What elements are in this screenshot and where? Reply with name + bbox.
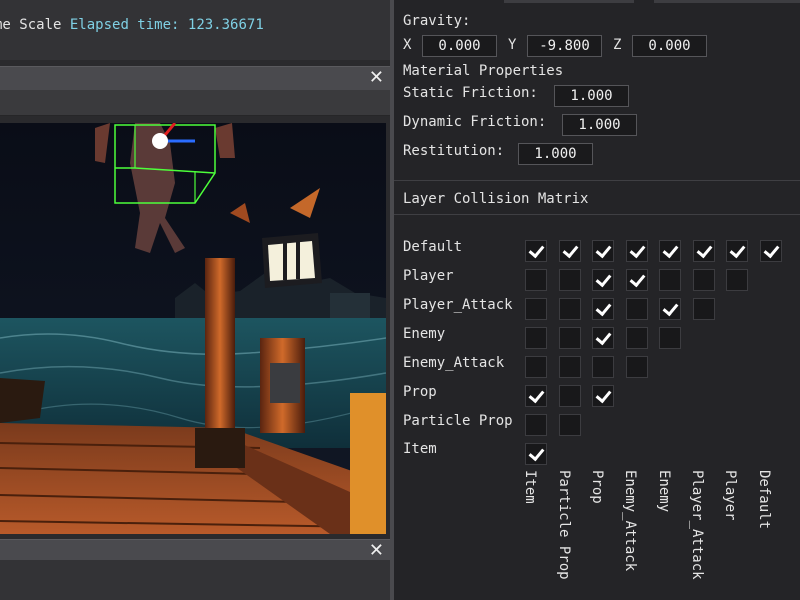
collision-checkbox[interactable] bbox=[525, 327, 547, 349]
dynamic-friction-label: Dynamic Friction: bbox=[403, 114, 547, 130]
time-scale-label: me Scale bbox=[0, 17, 62, 33]
physics-settings-panel: Gravity: X 0.000 Y -9.800 Z 0.000 Materi… bbox=[394, 0, 800, 600]
restitution-label: Restitution: bbox=[403, 143, 505, 159]
section-divider bbox=[394, 214, 800, 215]
matrix-row-label: Player bbox=[403, 268, 454, 284]
collision-checkbox[interactable] bbox=[559, 240, 581, 262]
tab-strip bbox=[654, 0, 800, 3]
collision-checkbox[interactable] bbox=[525, 356, 547, 378]
collision-checkbox[interactable] bbox=[525, 298, 547, 320]
collision-checkbox[interactable] bbox=[659, 327, 681, 349]
gravity-y-label: Y bbox=[508, 37, 517, 53]
matrix-row-label: Enemy_Attack bbox=[403, 355, 505, 371]
matrix-row-label: Player_Attack bbox=[403, 297, 513, 313]
collision-checkbox[interactable] bbox=[525, 240, 547, 262]
collision-checkbox[interactable] bbox=[559, 327, 581, 349]
matrix-row-label: Particle Prop bbox=[403, 413, 513, 429]
matrix-column-label: Item bbox=[522, 470, 544, 600]
gravity-label: Gravity: bbox=[403, 13, 471, 29]
collision-checkbox[interactable] bbox=[760, 240, 782, 262]
collision-checkbox[interactable] bbox=[525, 269, 547, 291]
scene-panel-header[interactable]: ✕ bbox=[0, 66, 390, 90]
collision-checkbox[interactable] bbox=[592, 327, 614, 349]
stats-bar: me Scale Elapsed time: 123.36671 bbox=[0, 0, 390, 60]
collision-checkbox[interactable] bbox=[592, 356, 614, 378]
matrix-column-label-text: Particle Prop bbox=[556, 470, 572, 580]
matrix-column-label: Default bbox=[756, 470, 778, 600]
scene-render bbox=[0, 123, 386, 534]
layer-collision-matrix-title: Layer Collision Matrix bbox=[403, 191, 589, 207]
collision-checkbox[interactable] bbox=[559, 298, 581, 320]
scene-panel-toolbar bbox=[0, 90, 390, 116]
matrix-column-label-text: Default bbox=[756, 470, 772, 530]
collision-checkbox[interactable] bbox=[559, 356, 581, 378]
tab-strip bbox=[504, 0, 634, 3]
left-area: me Scale Elapsed time: 123.36671 ✕ ✕ bbox=[0, 0, 390, 600]
collision-checkbox[interactable] bbox=[525, 385, 547, 407]
collision-checkbox[interactable] bbox=[592, 240, 614, 262]
static-friction-label: Static Friction: bbox=[403, 85, 538, 101]
dynamic-friction-field[interactable]: 1.000 bbox=[562, 114, 637, 136]
collision-checkbox[interactable] bbox=[525, 414, 547, 436]
gravity-x-label: X bbox=[403, 37, 412, 53]
collision-checkbox[interactable] bbox=[626, 240, 648, 262]
static-friction-field[interactable]: 1.000 bbox=[554, 85, 629, 107]
elapsed-time-label: Elapsed time: bbox=[69, 17, 180, 33]
collision-checkbox[interactable] bbox=[592, 298, 614, 320]
matrix-column-label: Enemy bbox=[656, 470, 678, 600]
bottom-panel-body bbox=[0, 560, 390, 600]
section-divider bbox=[394, 180, 800, 181]
collision-checkbox[interactable] bbox=[726, 240, 748, 262]
gravity-z-field[interactable]: 0.000 bbox=[632, 35, 707, 57]
matrix-column-label-text: Player bbox=[722, 470, 738, 521]
matrix-column-label: Player_Attack bbox=[689, 470, 711, 600]
collision-checkbox[interactable] bbox=[659, 269, 681, 291]
collision-checkbox[interactable] bbox=[559, 269, 581, 291]
gravity-y-field[interactable]: -9.800 bbox=[527, 35, 602, 57]
matrix-column-label: Player bbox=[722, 470, 744, 600]
matrix-row-label: Default bbox=[403, 239, 463, 255]
restitution-field[interactable]: 1.000 bbox=[518, 143, 593, 165]
collision-checkbox[interactable] bbox=[626, 356, 648, 378]
gravity-z-label: Z bbox=[613, 37, 622, 53]
matrix-column-label-text: Enemy bbox=[656, 470, 672, 513]
matrix-column-label: Enemy_Attack bbox=[622, 470, 644, 600]
collision-checkbox[interactable] bbox=[626, 298, 648, 320]
collision-checkbox[interactable] bbox=[693, 240, 715, 262]
collision-checkbox[interactable] bbox=[559, 385, 581, 407]
matrix-column-label-text: Enemy_Attack bbox=[622, 470, 638, 572]
collision-checkbox[interactable] bbox=[659, 298, 681, 320]
close-icon[interactable]: ✕ bbox=[369, 68, 384, 88]
collision-checkbox[interactable] bbox=[592, 269, 614, 291]
collision-checkbox[interactable] bbox=[626, 269, 648, 291]
scene-viewport[interactable] bbox=[0, 123, 386, 534]
collision-checkbox[interactable] bbox=[659, 240, 681, 262]
close-icon[interactable]: ✕ bbox=[369, 541, 384, 561]
matrix-column-label-text: Item bbox=[522, 470, 538, 504]
collision-checkbox[interactable] bbox=[525, 443, 547, 465]
matrix-column-label-text: Prop bbox=[589, 470, 605, 504]
matrix-row-label: Item bbox=[403, 441, 437, 457]
matrix-column-label: Prop bbox=[589, 470, 611, 600]
matrix-row-label: Enemy bbox=[403, 326, 446, 342]
collision-checkbox[interactable] bbox=[693, 298, 715, 320]
collision-checkbox[interactable] bbox=[626, 327, 648, 349]
matrix-row-label: Prop bbox=[403, 384, 437, 400]
material-properties-label: Material Properties bbox=[403, 63, 564, 79]
collision-checkbox[interactable] bbox=[693, 269, 715, 291]
collision-checkbox[interactable] bbox=[559, 414, 581, 436]
elapsed-time-value: 123.36671 bbox=[187, 17, 264, 33]
collision-checkbox[interactable] bbox=[592, 385, 614, 407]
stats-line: me Scale Elapsed time: 123.36671 bbox=[0, 17, 264, 33]
matrix-column-label: Particle Prop bbox=[556, 470, 578, 600]
matrix-column-label-text: Player_Attack bbox=[689, 470, 705, 580]
collision-checkbox[interactable] bbox=[726, 269, 748, 291]
gravity-x-field[interactable]: 0.000 bbox=[422, 35, 497, 57]
